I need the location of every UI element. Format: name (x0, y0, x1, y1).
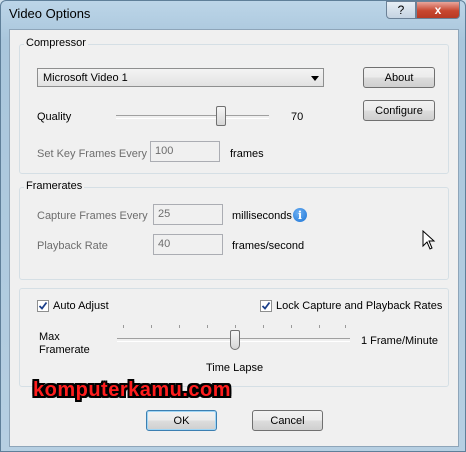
lock-rates-label: Lock Capture and Playback Rates (276, 300, 443, 312)
slider-tick (179, 325, 180, 328)
framerates-legend: Framerates (24, 180, 85, 192)
help-button[interactable]: ? (386, 1, 416, 19)
keyframes-input[interactable]: 100 (150, 141, 220, 162)
window-title: Video Options (9, 6, 91, 21)
auto-adjust-label: Auto Adjust (53, 300, 109, 312)
keyframes-unit: frames (230, 148, 264, 160)
slider-bottom-label: Time Lapse (206, 362, 264, 374)
options-group: Auto Adjust Lock Capture and Playback Ra… (19, 288, 449, 387)
lock-rates-box (260, 300, 272, 312)
slider-tick (151, 325, 152, 328)
info-icon[interactable]: i (293, 208, 307, 222)
quality-slider-track (116, 115, 269, 119)
slider-right-label: 1 Frame/Minute (361, 335, 439, 347)
slider-tick (319, 325, 320, 328)
quality-slider-thumb[interactable] (216, 106, 226, 126)
compressor-value: Microsoft Video 1 (43, 72, 128, 84)
quality-label: Quality (37, 111, 72, 123)
capture-frames-unit: milliseconds (232, 210, 292, 222)
max-framerate-slider[interactable] (117, 325, 352, 353)
quality-value: 70 (291, 111, 304, 123)
max-framerate-label-line1: Max (39, 331, 60, 343)
video-options-window: Video Options ? x Compressor Microsoft V… (0, 0, 466, 452)
compressor-group: Compressor Microsoft Video 1 About Confi… (19, 37, 449, 174)
keyframes-label: Set Key Frames Every (37, 148, 148, 160)
framerates-group: Framerates Capture Frames Every 25 milli… (19, 180, 449, 280)
checkmark-icon (38, 301, 48, 310)
configure-button[interactable]: Configure (363, 100, 435, 121)
close-button[interactable]: x (416, 1, 460, 19)
lock-rates-checkbox[interactable]: Lock Capture and Playback Rates (260, 299, 445, 315)
ok-button[interactable]: OK (146, 410, 217, 431)
slider-tick (207, 325, 208, 328)
watermark-text: komputerkamu.com (33, 379, 232, 401)
max-framerate-slider-thumb[interactable] (230, 330, 240, 350)
playback-rate-unit: frames/second (232, 240, 305, 252)
slider-tick (263, 325, 264, 328)
slider-tick (345, 325, 346, 328)
help-icon: ? (397, 3, 405, 17)
dialog-client-area: Compressor Microsoft Video 1 About Confi… (9, 29, 459, 447)
playback-rate-label: Playback Rate (37, 240, 108, 252)
mouse-cursor-icon (422, 230, 436, 250)
checkmark-icon (261, 301, 271, 310)
compressor-legend: Compressor (24, 37, 88, 49)
capture-frames-input[interactable]: 25 (153, 204, 223, 225)
slider-tick (123, 325, 124, 328)
slider-tick (235, 325, 236, 328)
compressor-dropdown[interactable]: Microsoft Video 1 (37, 68, 324, 87)
auto-adjust-box (37, 300, 49, 312)
chevron-down-icon (311, 76, 319, 81)
playback-rate-input[interactable]: 40 (153, 234, 223, 255)
max-framerate-label-line2: Framerate (39, 344, 90, 356)
auto-adjust-checkbox[interactable]: Auto Adjust (37, 299, 127, 315)
capture-frames-label: Capture Frames Every (37, 210, 148, 222)
cancel-button[interactable]: Cancel (252, 410, 323, 431)
slider-tick (291, 325, 292, 328)
about-button[interactable]: About (363, 67, 435, 88)
quality-slider[interactable] (116, 105, 272, 129)
close-icon: x (434, 3, 442, 17)
